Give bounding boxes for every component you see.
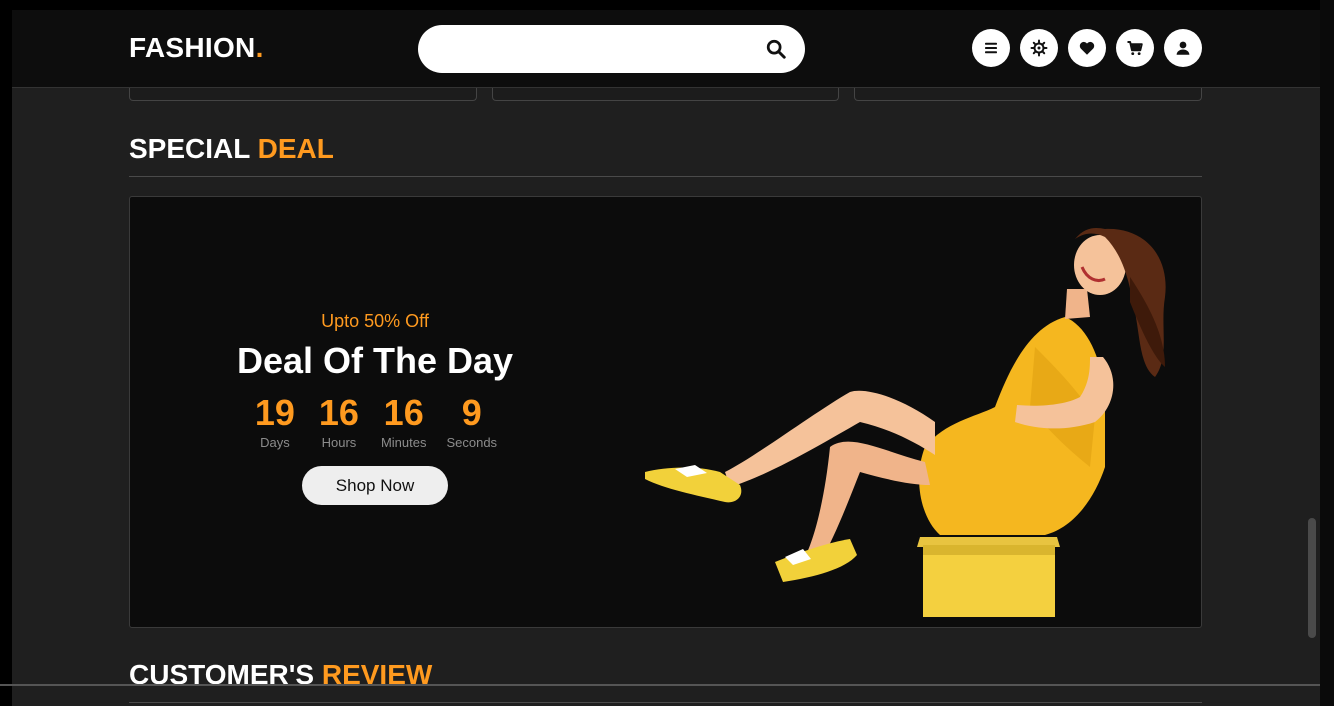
section-divider — [129, 702, 1202, 703]
model-image — [645, 228, 1166, 617]
countdown-label: Minutes — [380, 435, 427, 450]
heading-accent: DEAL — [257, 133, 334, 164]
search-icon[interactable] — [765, 38, 787, 60]
search-box — [418, 25, 805, 73]
countdown-days: 19 Days — [253, 392, 297, 451]
header-icons — [972, 29, 1202, 67]
countdown-label: Seconds — [446, 435, 498, 450]
logo[interactable]: FASHION. — [129, 32, 264, 64]
heading-text: SPECIAL — [129, 133, 250, 164]
countdown-value: 19 — [254, 392, 295, 433]
deal-banner: Upto 50% Off Deal Of The Day 19 Days 16 … — [129, 196, 1202, 628]
section-divider — [129, 176, 1202, 177]
search-input[interactable] — [440, 35, 750, 63]
site-header: FASHION. — [12, 10, 1320, 88]
special-deal-heading: SPECIAL DEAL — [129, 133, 334, 165]
category-card[interactable] — [129, 88, 477, 101]
window-right-edge — [1320, 0, 1334, 706]
countdown-value: 9 — [461, 392, 482, 433]
countdown-value: 16 — [383, 392, 424, 433]
account-button[interactable] — [1164, 29, 1202, 67]
countdown-seconds: 9 Seconds — [446, 392, 498, 451]
wishlist-button[interactable] — [1068, 29, 1106, 67]
page-scrollbar[interactable] — [1308, 518, 1316, 638]
user-icon — [1176, 41, 1190, 55]
window-left-edge — [0, 0, 12, 706]
bottom-edge-line — [0, 684, 1320, 686]
settings-button[interactable] — [1020, 29, 1058, 67]
heart-icon — [1079, 41, 1095, 55]
window-top-edge — [0, 0, 1334, 10]
deal-content: Upto 50% Off Deal Of The Day 19 Days 16 … — [210, 311, 540, 505]
category-card[interactable] — [854, 88, 1202, 101]
countdown-minutes: 16 Minutes — [380, 392, 427, 451]
deal-title: Deal Of The Day — [236, 340, 514, 381]
countdown-value: 16 — [318, 392, 359, 433]
offer-text: Upto 50% Off — [321, 311, 429, 331]
countdown-label: Hours — [321, 435, 357, 450]
shop-now-button[interactable]: Shop Now — [302, 466, 448, 505]
cart-button[interactable] — [1116, 29, 1154, 67]
customer-review-heading: CUSTOMER'S REVIEW — [129, 659, 432, 691]
category-card[interactable] — [492, 88, 839, 101]
logo-text: FASHION — [129, 32, 256, 63]
countdown-label: Days — [260, 435, 290, 450]
settings-icon — [1030, 39, 1048, 57]
cart-icon — [1127, 41, 1143, 56]
menu-icon — [985, 42, 997, 54]
menu-button[interactable] — [972, 29, 1010, 67]
logo-dot: . — [255, 32, 264, 63]
countdown-hours: 16 Hours — [317, 392, 361, 451]
countdown-timer: 19 Days 16 Hours 16 Minutes 9 Seconds — [210, 392, 540, 451]
page: FASHION. SPECIAL DEAL Upto 50% Off Deal … — [12, 10, 1320, 706]
